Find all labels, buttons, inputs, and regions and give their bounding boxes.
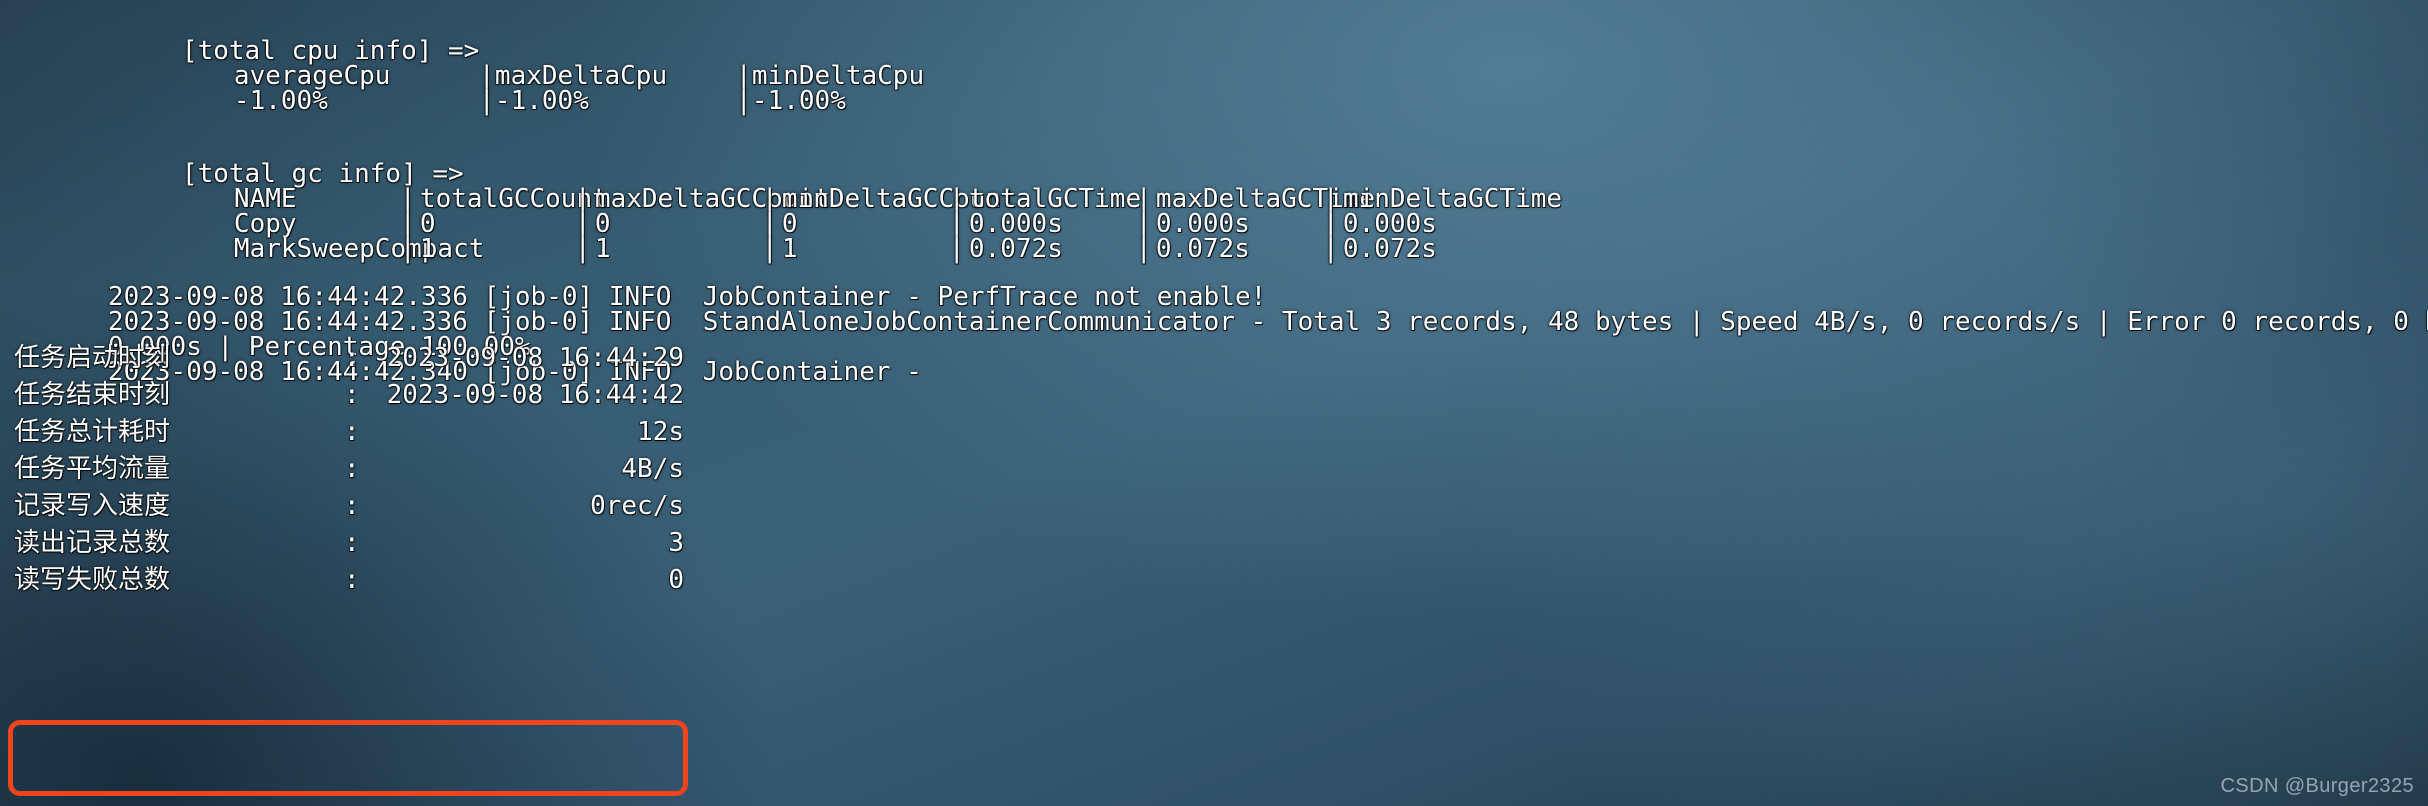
cpu-sep-3: |: [478, 86, 495, 116]
summary-label-total-elapsed: 任务总计耗时: [14, 417, 171, 447]
summary-label-end-time: 任务结束时刻: [14, 380, 171, 410]
summary-label-write-speed: 记录写入速度: [14, 491, 171, 521]
gc-row1-mindeltagctime: 0.072s: [1342, 234, 1437, 264]
summary-label-failed-records: 读写失败总数: [14, 565, 171, 595]
summary-value-end-time: 2023-09-08 16:44:42: [386, 380, 684, 410]
summary-row-total-elapsed: 任务总计耗时 : 12s: [14, 414, 714, 451]
summary-row-records-read: 读出记录总数 : 3: [14, 525, 714, 562]
summary-value-records-read: 3: [668, 528, 684, 558]
summary-row-end-time: 任务结束时刻 : 2023-09-08 16:44:42: [14, 377, 714, 414]
summary-value-write-speed: 0rec/s: [590, 491, 684, 521]
summary-row-start-time: 任务启动时刻 : 2023-09-08 16:44:29: [14, 340, 714, 377]
summary-colon-0: :: [344, 343, 360, 373]
summary-row-failed-records: 读写失败总数 : 0: [14, 562, 714, 599]
summary-value-failed-records: 0: [668, 565, 684, 595]
summary-value-start-time: 2023-09-08 16:44:29: [386, 343, 684, 373]
summary-value-avg-throughput: 4B/s: [621, 454, 684, 484]
summary-label-start-time: 任务启动时刻: [14, 343, 171, 373]
cpu-value-maxdelta: -1.00%: [494, 86, 589, 116]
cpu-sep-4: |: [735, 86, 752, 116]
summary-colon-2: :: [344, 417, 360, 447]
summary-colon-3: :: [344, 454, 360, 484]
cpu-value-average: -1.00%: [233, 86, 328, 116]
terminal-output: [total cpu info] => averageCpu |maxDeltaC…: [0, 0, 2428, 806]
summary-label-records-read: 读出记录总数: [14, 528, 171, 558]
gc-sep-r1-6: |: [1322, 234, 1339, 264]
summary-value-total-elapsed: 12s: [637, 417, 684, 447]
summary-colon-6: :: [344, 565, 360, 595]
summary-colon-4: :: [344, 491, 360, 521]
summary-label-avg-throughput: 任务平均流量: [14, 454, 171, 484]
watermark-label: CSDN @Burger2325: [2220, 775, 2414, 797]
summary-colon-5: :: [344, 528, 360, 558]
cpu-value-mindelta: -1.00%: [751, 86, 846, 116]
summary-row-avg-throughput: 任务平均流量 : 4B/s: [14, 451, 714, 488]
summary-row-write-speed: 记录写入速度 : 0rec/s: [14, 488, 714, 525]
summary-colon-1: :: [344, 380, 360, 410]
desktop-background: [total cpu info] => averageCpu |maxDeltaC…: [0, 0, 2428, 806]
